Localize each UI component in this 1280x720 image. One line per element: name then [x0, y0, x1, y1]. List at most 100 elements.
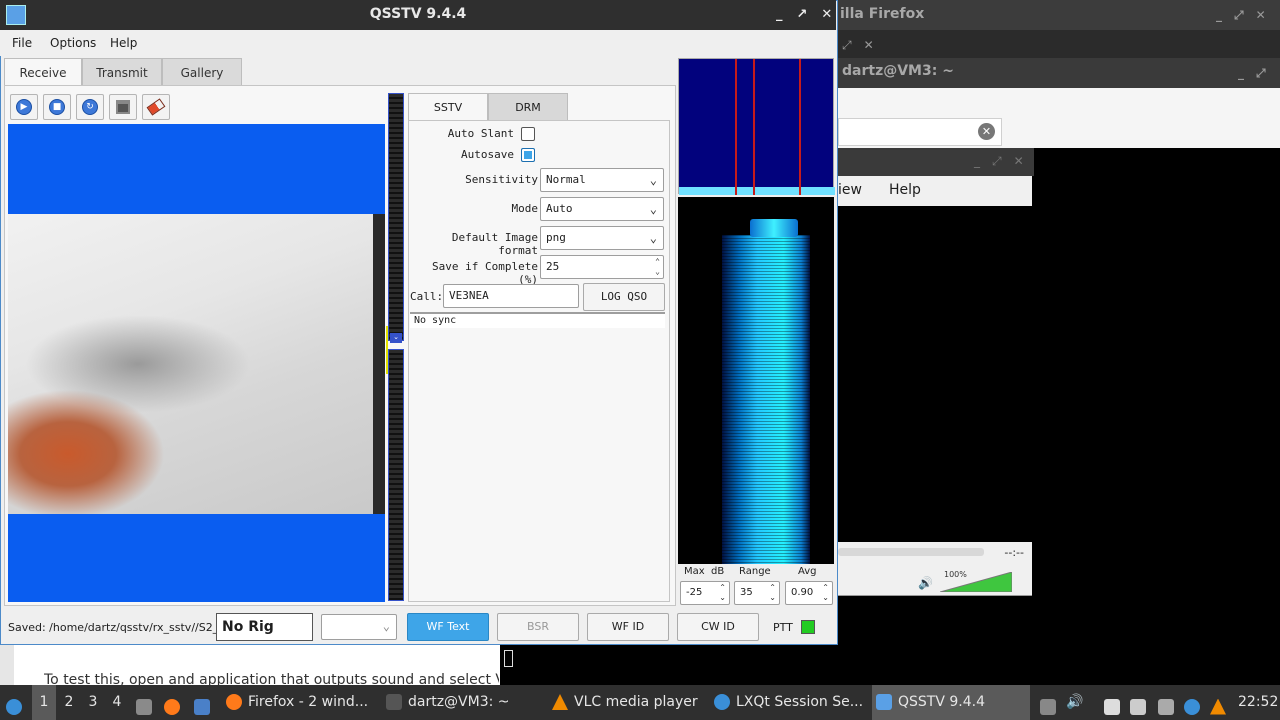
- qsstv-titlebar[interactable]: QSSTV 9.4.4: [0, 0, 836, 30]
- task-lxqt-session[interactable]: LXQt Session Se...: [714, 685, 864, 720]
- tray-notes[interactable]: [1130, 685, 1152, 720]
- spectrum-display[interactable]: [678, 58, 835, 195]
- preset-select[interactable]: ⌄: [321, 614, 397, 640]
- avg-value: 0.90: [791, 587, 814, 598]
- task-firefox[interactable]: Firefox - 2 wind...: [226, 685, 378, 720]
- task-terminal[interactable]: dartz@VM3: ~: [386, 685, 526, 720]
- tray-volume[interactable]: 🔊: [1066, 685, 1083, 720]
- tray-printer[interactable]: [1040, 685, 1062, 720]
- erase-button[interactable]: [142, 94, 170, 120]
- spin-arrows-icon[interactable]: ⌃ ⌄: [719, 583, 726, 603]
- tray-network[interactable]: [1158, 685, 1180, 720]
- vlc-window-buttons[interactable]: _ ⤢ ✕: [974, 154, 1024, 169]
- desktop-3[interactable]: 3: [82, 685, 104, 720]
- received-photo: [8, 214, 385, 514]
- marker-line-1: [735, 59, 737, 195]
- firefox-tabstrip: ⤢ ✕: [838, 30, 1280, 58]
- log-qso-button[interactable]: LOG QSO: [583, 283, 665, 311]
- call-value: VE3NEA: [449, 289, 489, 302]
- waterfall-display[interactable]: [678, 197, 834, 564]
- desktop-2[interactable]: 2: [58, 685, 80, 720]
- firefox-window-buttons[interactable]: _ ⤢ ✕: [1216, 8, 1266, 23]
- terminal-window-buttons[interactable]: _ ⤢: [1238, 66, 1266, 81]
- network-icon: [1158, 698, 1174, 715]
- close-icon[interactable]: ✕: [821, 7, 832, 22]
- desktop-1[interactable]: 1: [32, 685, 56, 720]
- file-manager-launcher[interactable]: [194, 685, 216, 720]
- vu-meter-lower[interactable]: [388, 349, 404, 601]
- minimize-icon[interactable]: _: [776, 7, 783, 22]
- firefox-title: illa Firefox: [840, 6, 925, 22]
- image-format-select[interactable]: png ⌄: [540, 226, 664, 250]
- call-label: Call:: [410, 290, 444, 303]
- sensitivity-label: Sensitivity: [465, 173, 538, 186]
- terminal-icon: [386, 694, 402, 710]
- max-db-value: -25: [686, 587, 703, 598]
- close-circle-icon[interactable]: ✕: [978, 123, 995, 140]
- clipboard-icon: [1104, 698, 1120, 715]
- save-button[interactable]: [109, 94, 137, 120]
- floppy-icon: [116, 100, 130, 114]
- vlc-titlebar[interactable]: _ ⤢ ✕: [838, 148, 1034, 176]
- start-button[interactable]: ▶: [10, 94, 38, 120]
- tab-sstv[interactable]: SSTV: [408, 93, 488, 121]
- sensitivity-select[interactable]: Normal ⌄: [540, 168, 664, 192]
- vlc-seek-bar[interactable]: [838, 548, 984, 556]
- terminal-lower[interactable]: [500, 645, 1280, 685]
- tray-clipboard[interactable]: [1104, 685, 1126, 720]
- qsstv-app-icon[interactable]: [6, 5, 26, 25]
- tab-receive[interactable]: Receive: [4, 58, 82, 86]
- tab-window-buttons[interactable]: ⤢ ✕: [842, 38, 874, 53]
- start-menu-button[interactable]: [6, 685, 28, 720]
- autosave-checkbox[interactable]: [521, 148, 535, 162]
- eraser-icon: [146, 98, 166, 116]
- terminal-titlebar[interactable]: dartz@VM3: ~ _ ⤢: [838, 58, 1280, 88]
- tray-update[interactable]: [1184, 685, 1206, 720]
- wf-text-button[interactable]: WF Text: [407, 613, 489, 641]
- menu-file[interactable]: File: [12, 36, 32, 50]
- menu-help[interactable]: Help: [110, 36, 137, 50]
- vlc-menu-help[interactable]: Help: [889, 182, 921, 198]
- wf-id-button[interactable]: WF ID: [587, 613, 669, 641]
- bsr-button[interactable]: BSR: [497, 613, 579, 641]
- firefox-icon: [226, 694, 242, 710]
- speaker-icon[interactable]: 🔊: [918, 576, 933, 590]
- tab-transmit[interactable]: Transmit: [82, 58, 162, 86]
- save-complete-spinbox[interactable]: 25 ⌃ ⌄: [540, 255, 664, 279]
- vlc-menu-view[interactable]: iew: [838, 182, 862, 198]
- menu-options[interactable]: Options: [50, 36, 96, 50]
- stop-icon: ■: [49, 99, 65, 115]
- stop-button[interactable]: ■: [43, 94, 71, 120]
- task-vlc[interactable]: VLC media player: [552, 685, 702, 720]
- avg-spinbox[interactable]: 0.90 ⌃ ⌄: [785, 581, 833, 605]
- firefox-launcher[interactable]: [164, 685, 186, 720]
- show-desktop-button[interactable]: [136, 685, 158, 720]
- ptt-indicator[interactable]: [801, 620, 815, 634]
- max-db-spinbox[interactable]: -25 ⌃ ⌄: [680, 581, 730, 605]
- vlc-volume-slider[interactable]: 100%: [939, 570, 1013, 593]
- tab-drm[interactable]: DRM: [488, 93, 568, 121]
- tray-icon: [1040, 698, 1056, 715]
- spin-arrows-icon[interactable]: ⌃ ⌄: [822, 583, 829, 603]
- firefox-titlebar[interactable]: illa Firefox _ ⤢ ✕: [838, 0, 1280, 30]
- vu-slider-handle[interactable]: ⌄: [390, 333, 402, 343]
- auto-slant-checkbox[interactable]: [521, 127, 535, 141]
- mode-select[interactable]: Auto ⌄: [540, 197, 664, 221]
- tray-vlc[interactable]: [1210, 685, 1232, 720]
- vlc-volume-label: 100%: [944, 570, 967, 579]
- resync-button[interactable]: ↻: [76, 94, 104, 120]
- menubar: File Options Help: [0, 30, 836, 56]
- range-spinbox[interactable]: 35 ⌃ ⌄: [734, 581, 780, 605]
- maximize-icon[interactable]: ↗: [797, 7, 808, 22]
- cw-id-button[interactable]: CW ID: [677, 613, 759, 641]
- desktop-4[interactable]: 4: [106, 685, 128, 720]
- qsstv-window-buttons[interactable]: _ ↗ ✕: [776, 7, 832, 22]
- spin-arrows-icon[interactable]: ⌃ ⌄: [769, 583, 776, 603]
- call-input[interactable]: VE3NEA: [443, 284, 579, 308]
- vu-meter-upper[interactable]: [388, 93, 404, 341]
- tab-gallery[interactable]: Gallery: [162, 58, 242, 86]
- task-qsstv[interactable]: QSSTV 9.4.4: [872, 685, 1030, 720]
- firefox-url-bar[interactable]: ✕: [838, 118, 1002, 146]
- clock[interactable]: 22:52: [1238, 685, 1278, 720]
- spin-arrows-icon[interactable]: ⌃ ⌄: [655, 257, 660, 277]
